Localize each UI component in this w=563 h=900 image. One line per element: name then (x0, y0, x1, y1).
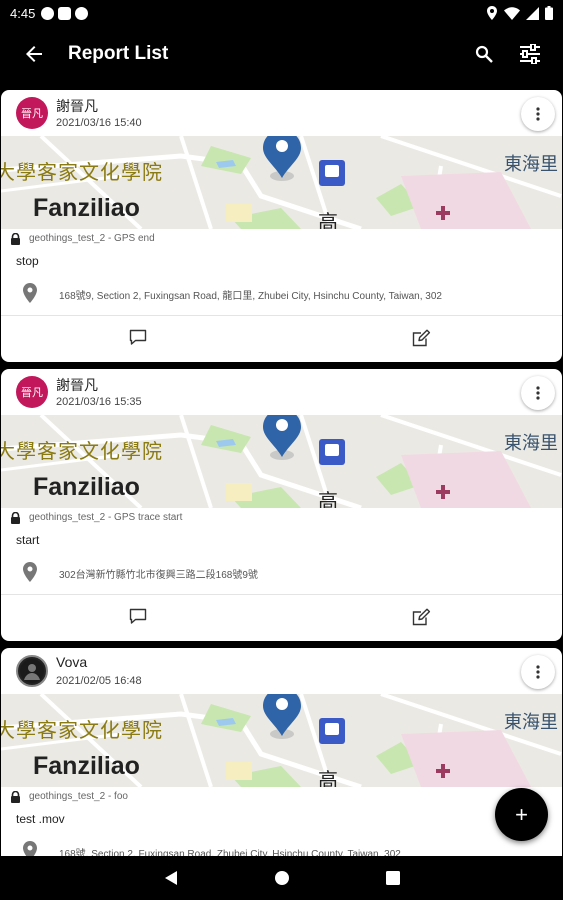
lock-icon (11, 791, 20, 803)
map-label: Fanziliao (33, 194, 140, 222)
map-label: Fanziliao (33, 752, 140, 780)
map-label: 東海里 (504, 154, 558, 175)
edit-button[interactable] (412, 329, 431, 352)
map-label: 高 (318, 489, 338, 508)
card-header: Vova 2021/02/05 16:48 (1, 648, 562, 694)
status-notification-icons (41, 6, 89, 20)
more-vert-icon (536, 386, 540, 400)
search-button[interactable] (461, 26, 507, 82)
address-text: 168號9, Section 2, Fuxingsan Road, 龍口里, Z… (59, 291, 442, 302)
card-actions (1, 316, 562, 360)
nav-back-icon[interactable] (164, 870, 178, 886)
report-date: 2021/03/16 15:35 (56, 396, 142, 408)
map-label: 大學客家文化學院 (1, 439, 163, 463)
map-label: 大學客家文化學院 (1, 718, 163, 742)
filter-sliders-icon (520, 44, 540, 64)
more-vert-icon (536, 107, 540, 121)
avatar: 晉凡 (16, 97, 48, 129)
edit-button[interactable] (412, 608, 431, 631)
comment-button[interactable] (129, 608, 147, 630)
system-nav-bar (0, 856, 563, 900)
report-author: 謝晉凡 (56, 98, 98, 114)
card-menu-button[interactable] (521, 376, 555, 410)
address-text: 302台灣新竹縣竹北市復興三路二段168號9號 (59, 570, 258, 581)
report-address: 168號9, Section 2, Fuxingsan Road, 龍口里, Z… (1, 275, 562, 315)
report-card[interactable]: Vova 2021/02/05 16:48 大學客家文化學院 Fanziliao… (1, 648, 562, 856)
report-subtitle: geothings_test_2 - GPS trace start (29, 512, 183, 523)
card-header: 晉凡 謝晉凡 2021/03/16 15:40 (1, 90, 562, 136)
user-photo-icon (20, 659, 44, 683)
report-author: Vova (56, 654, 88, 670)
report-address: 168號, Section 2, Fuxingsan Road, Zhubei … (1, 833, 562, 856)
filter-button[interactable] (507, 26, 553, 82)
wifi-icon (504, 6, 520, 20)
status-bar: 4:45 (0, 0, 563, 26)
address-text: 168號, Section 2, Fuxingsan Road, Zhubei … (59, 849, 401, 856)
map-label: 東海里 (504, 433, 558, 454)
location-pin-icon (23, 562, 37, 582)
report-message: start (16, 533, 40, 547)
map-label: 高 (318, 768, 338, 787)
report-author: 謝晉凡 (56, 377, 98, 393)
report-card[interactable]: 晉凡 謝晉凡 2021/03/16 15:35 大學客家文化學院 Fanzili… (1, 369, 562, 641)
map-label: 大學客家文化學院 (1, 160, 163, 184)
location-pin-icon (23, 283, 37, 303)
map-label: 高 (318, 210, 338, 229)
map-label: Fanziliao (33, 473, 140, 501)
report-message: test .mov (16, 812, 65, 826)
avatar: 晉凡 (16, 376, 48, 408)
report-subtitle: geothings_test_2 - GPS end (29, 233, 155, 244)
more-vert-icon (536, 665, 540, 679)
location-pin-icon (23, 841, 37, 856)
notification-p-icon (75, 6, 89, 20)
lock-icon (11, 512, 20, 524)
report-meta: geothings_test_2 - foo (1, 787, 562, 807)
comment-icon (129, 608, 147, 624)
back-button[interactable] (0, 26, 68, 82)
report-meta: geothings_test_2 - GPS trace start (1, 508, 562, 528)
report-meta: geothings_test_2 - GPS end (1, 229, 562, 249)
report-map[interactable]: 大學客家文化學院 Fanziliao 東海里 高 (1, 694, 562, 787)
notification-p-icon (41, 6, 55, 20)
page-title: Report List (68, 43, 169, 64)
report-subtitle: geothings_test_2 - foo (29, 791, 128, 802)
add-report-button[interactable]: + (495, 788, 548, 841)
report-message: stop (16, 254, 39, 268)
card-menu-button[interactable] (521, 655, 555, 689)
comment-icon (129, 329, 147, 345)
edit-icon (412, 329, 431, 347)
lock-icon (11, 233, 20, 245)
card-header: 晉凡 謝晉凡 2021/03/16 15:35 (1, 369, 562, 415)
search-icon (475, 45, 493, 63)
status-time: 4:45 (10, 5, 36, 21)
add-icon: + (515, 801, 528, 827)
card-actions (1, 595, 562, 639)
location-icon (487, 6, 497, 20)
signal-icon (526, 6, 539, 20)
comment-button[interactable] (129, 329, 147, 351)
back-arrow-icon (26, 46, 42, 62)
nav-home-icon[interactable] (274, 870, 290, 886)
report-list[interactable]: 晉凡 謝晉凡 2021/03/16 15:40 大學客家文化學院 Fanzili… (0, 82, 563, 856)
report-map[interactable]: 大學客家文化學院 Fanziliao 東海里 高 (1, 415, 562, 508)
report-date: 2021/02/05 16:48 (56, 675, 142, 687)
report-map[interactable]: 大學客家文化學院 Fanziliao 東海里 高 (1, 136, 562, 229)
avatar (16, 655, 48, 687)
app-bar: Report List (0, 26, 563, 82)
nav-recents-icon[interactable] (385, 871, 400, 885)
card-menu-button[interactable] (521, 97, 555, 131)
map-label: 東海里 (504, 712, 558, 733)
edit-icon (412, 608, 431, 626)
battery-icon (545, 6, 553, 20)
report-card[interactable]: 晉凡 謝晉凡 2021/03/16 15:40 大學客家文化學院 Fanzili… (1, 90, 562, 362)
report-address: 302台灣新竹縣竹北市復興三路二段168號9號 (1, 554, 562, 594)
report-date: 2021/03/16 15:40 (56, 117, 142, 129)
sd-card-icon (58, 6, 72, 20)
status-system-icons (486, 6, 553, 20)
